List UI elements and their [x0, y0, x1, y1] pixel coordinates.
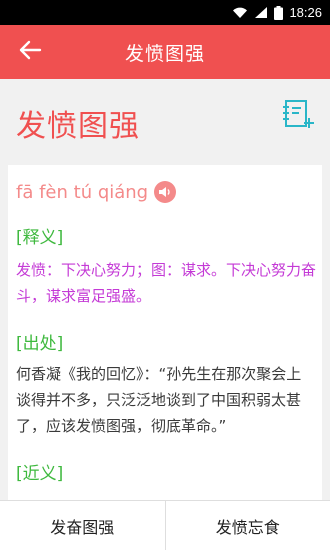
back-button[interactable] [12, 36, 48, 68]
idiom-title: 发愤图强 [16, 109, 140, 144]
pinyin-text: fā fèn tú qiáng [16, 181, 149, 203]
pinyin-row: fā fèn tú qiáng [16, 181, 177, 203]
status-bar: 18:26 [0, 0, 330, 25]
speaker-icon [158, 183, 172, 202]
source-text: 何香凝《我的回忆》：“孙先生在那次聚会上谈得并不多，只泛泛地谈到了中国积弱太甚了… [16, 365, 302, 435]
prev-idiom-button[interactable]: 发奋图强 [0, 501, 165, 550]
signal-icon [254, 6, 268, 19]
bottom-navigation: 发奋图强 发愤忘食 [0, 500, 330, 550]
arrow-left-icon [18, 40, 42, 64]
speaker-button[interactable] [154, 181, 177, 203]
source-label: [出处] [16, 334, 64, 354]
app-bar: 发愤图强 [0, 25, 330, 79]
wifi-icon [232, 6, 248, 19]
app-bar-title: 发愤图强 [124, 42, 205, 65]
add-note-button[interactable] [282, 98, 316, 130]
notes-add-icon [282, 100, 316, 134]
next-idiom-button[interactable]: 发愤忘食 [166, 501, 330, 550]
meaning-text: 发愤：下决心努力；图：谋求。下决心努力奋斗，谋求富足强盛。 [16, 261, 317, 305]
meaning-label: [释义] [16, 228, 64, 248]
idiom-detail-card: fā fèn tú qiáng [释义] 发愤：下决心努力；图：谋求。下决心努力… [8, 165, 322, 505]
synonyms-label: [近义] [16, 464, 64, 484]
battery-icon [274, 5, 284, 20]
idiom-header: 发愤图强 [0, 79, 330, 165]
status-time: 18:26 [289, 5, 322, 20]
